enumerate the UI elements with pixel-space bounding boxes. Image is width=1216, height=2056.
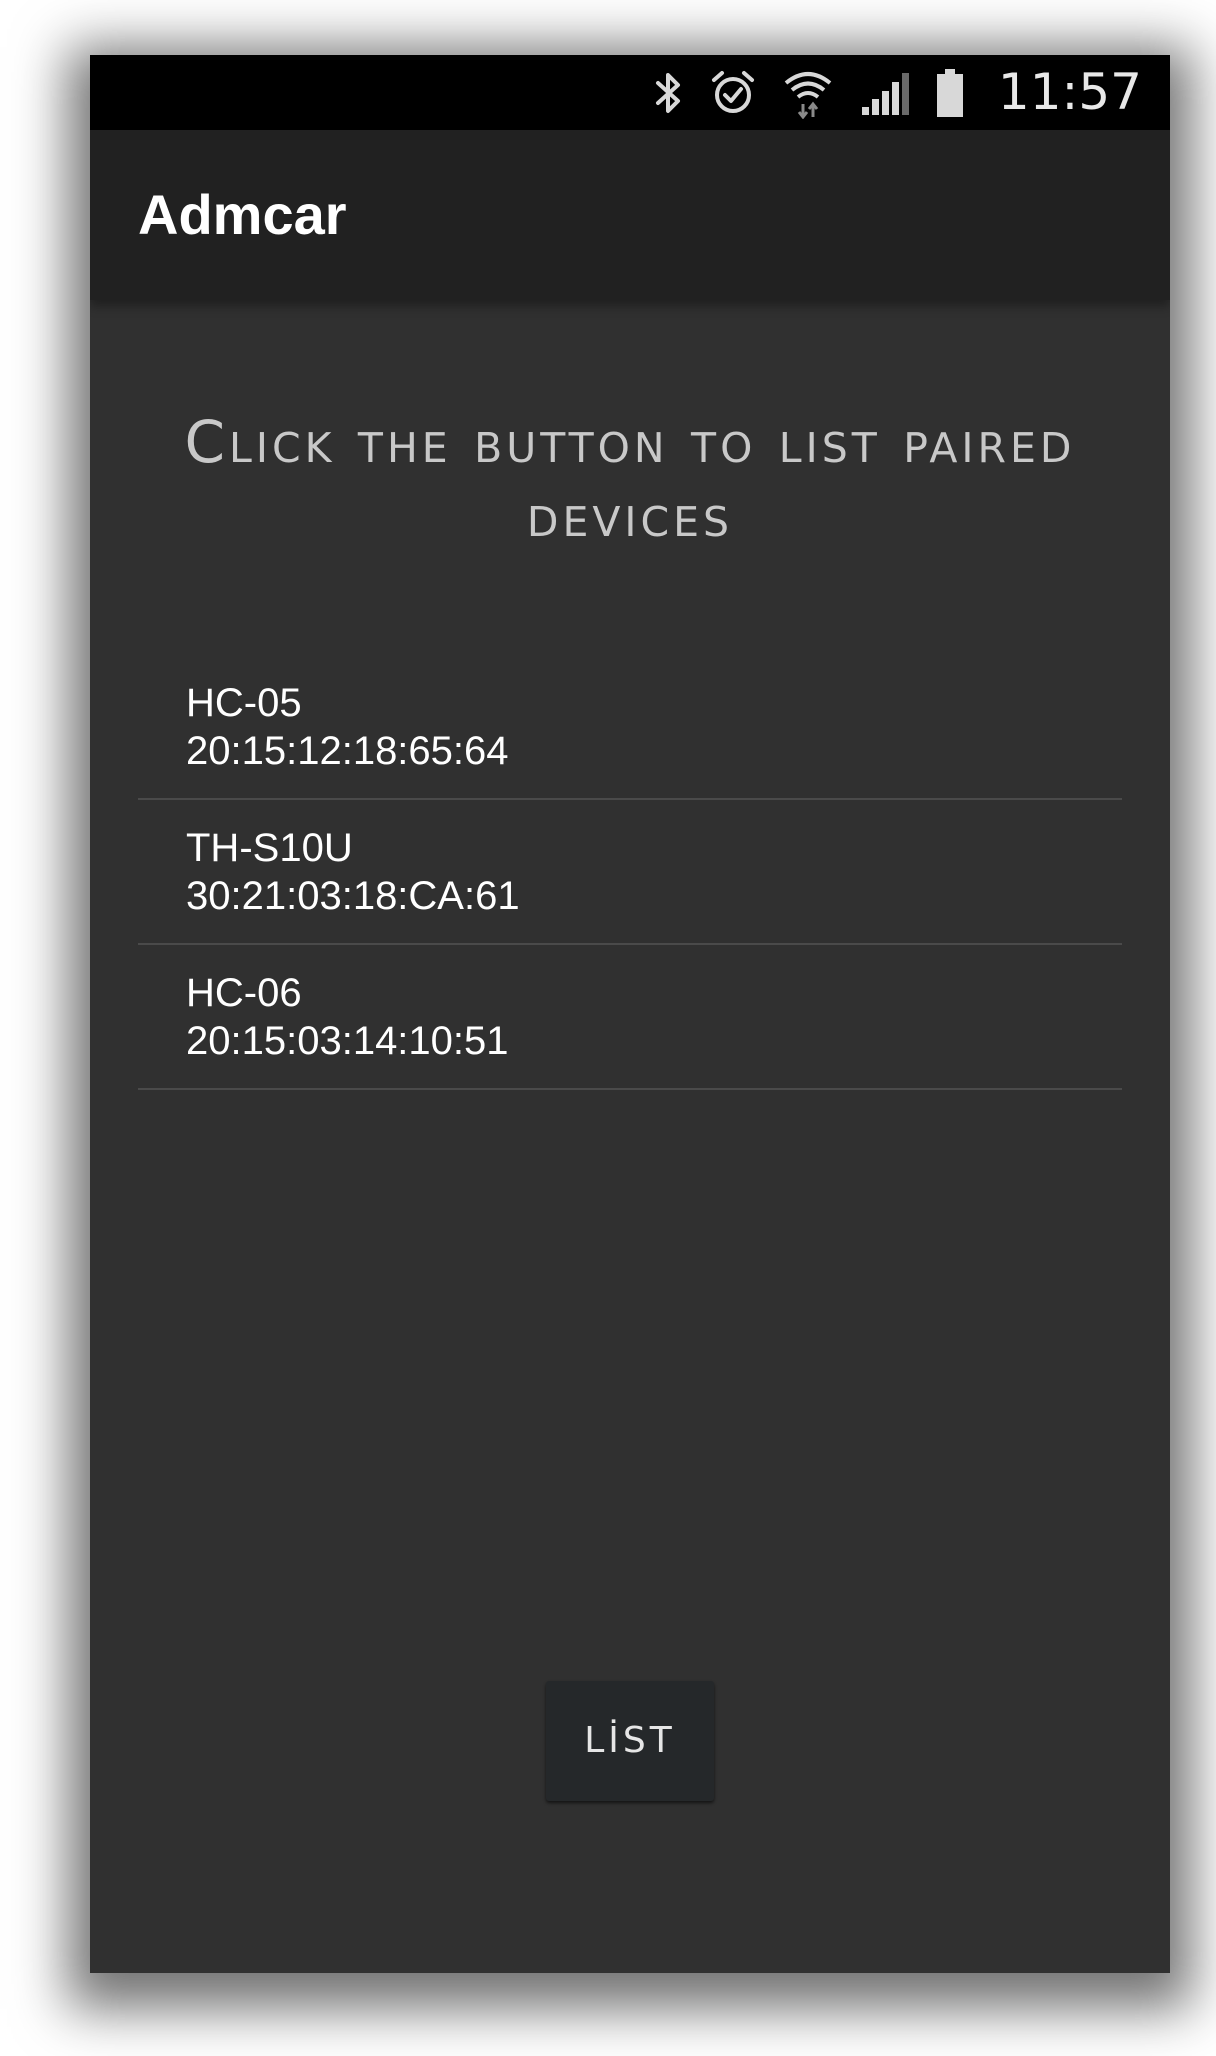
device-name: TH-S10U [186,825,353,870]
device-address: 20:15:12:18:65:64 [186,728,509,773]
battery-icon [936,68,964,117]
device-name: HC-06 [186,970,302,1015]
status-bar: 11:57 [90,55,1170,130]
list-item[interactable]: HC-06 20:15:03:14:10:51 [138,945,1122,1090]
signal-icon [860,71,910,115]
alarm-icon [710,70,756,116]
status-icons: 11:57 [654,55,1142,130]
list-item[interactable]: TH-S10U 30:21:03:18:CA:61 [138,800,1122,945]
status-time: 11:57 [997,63,1142,121]
paired-device-list: HC-05 20:15:12:18:65:64 TH-S10U 30:21:03… [138,655,1122,1090]
device-name: HC-05 [186,680,302,725]
wifi-icon [782,67,834,119]
list-button[interactable]: LİST [546,1681,714,1801]
instruction-text: Click the button to list paired devices [184,408,1076,550]
device-address: 20:15:03:14:10:51 [186,1018,509,1063]
list-item[interactable]: HC-05 20:15:12:18:65:64 [138,655,1122,800]
app-bar: Admcar [90,130,1170,300]
phone-screen: 11:57 Admcar Click the button to list pa… [90,55,1170,1973]
bluetooth-icon [654,71,684,115]
device-address: 30:21:03:18:CA:61 [186,873,520,918]
app-title: Admcar [138,183,347,246]
